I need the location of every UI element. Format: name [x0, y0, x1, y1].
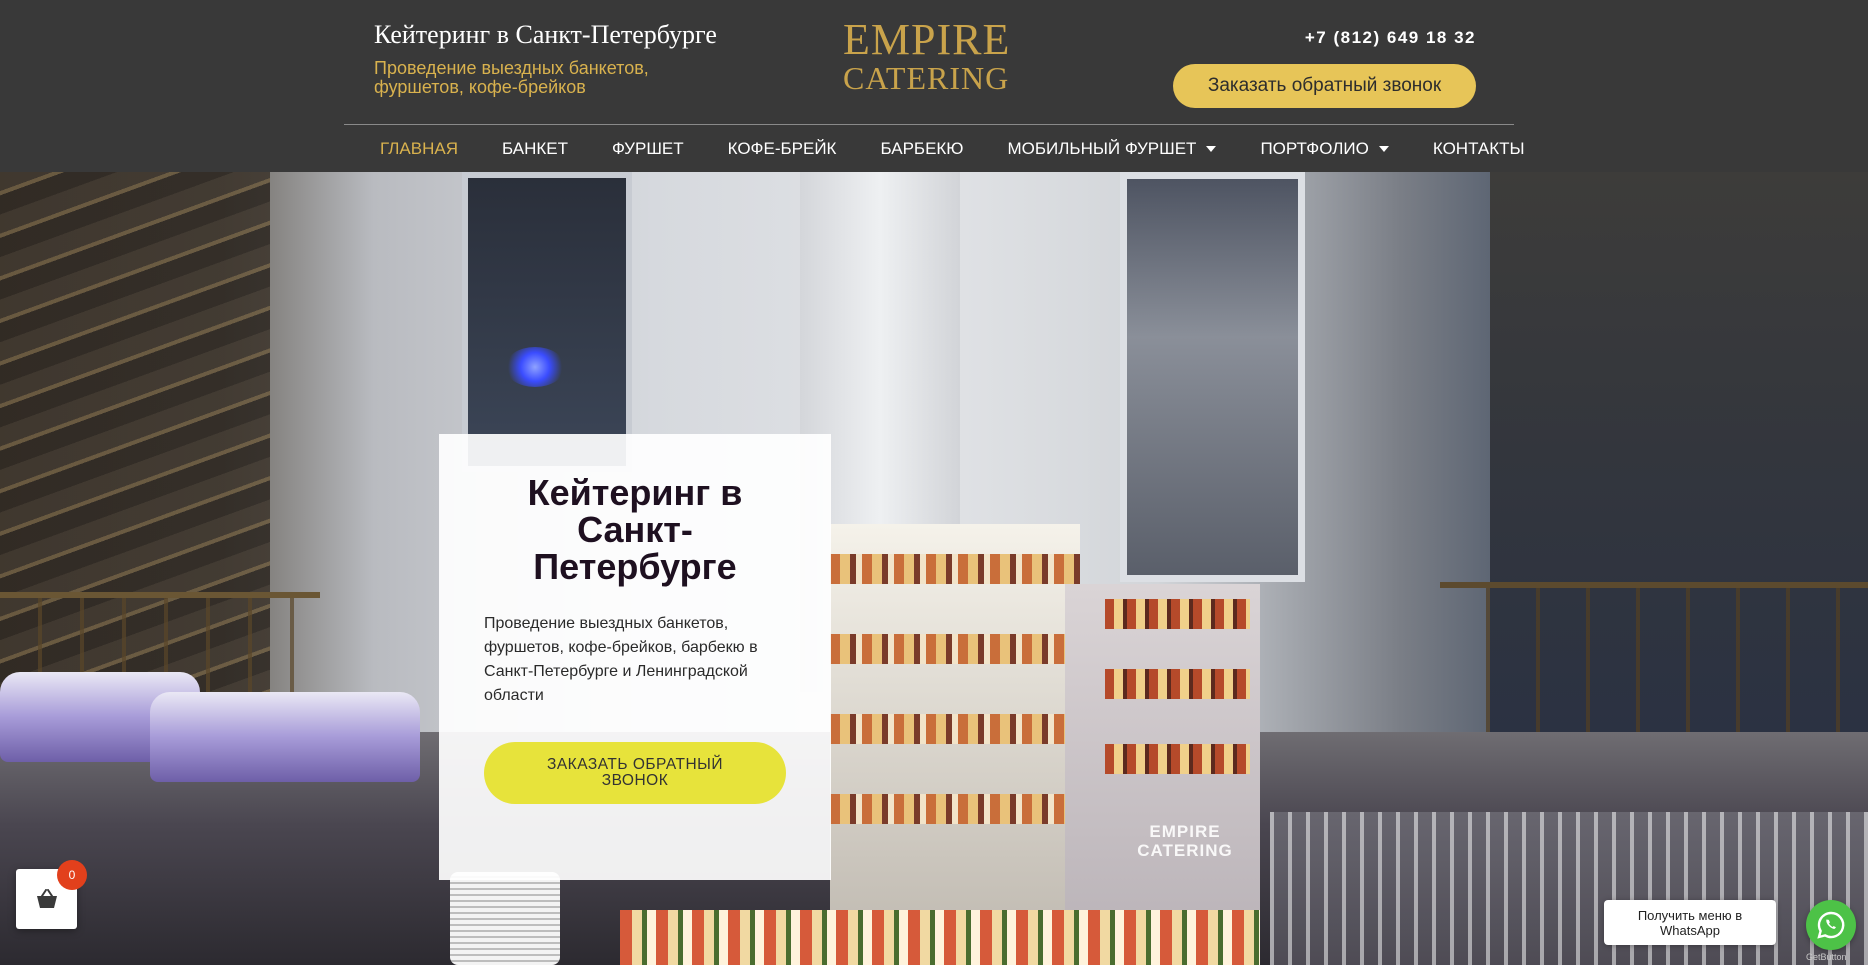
hero-photo-shelf [1105, 669, 1250, 699]
hero-photo-glasses [1270, 812, 1868, 965]
stand-logo-line-1: EMPIRE [1149, 822, 1221, 841]
hero-callback-button[interactable]: ЗАКАЗАТЬ ОБРАТНЫЙ ЗВОНОК [484, 742, 786, 804]
nav-item-label: Кофе-брейк [727, 139, 837, 158]
hero-photo-canape-display [830, 524, 1080, 964]
chevron-down-icon [1206, 146, 1217, 152]
stand-logo: EMPIRE CATERING [1110, 822, 1260, 860]
nav-item-home[interactable]: Главная [380, 139, 458, 159]
nav-item-mobile-buffet[interactable]: Мобильный фуршет [1008, 139, 1217, 159]
hero-description: Проведение выездных банкетов, фуршетов, … [484, 615, 758, 704]
site-title: Кейтеринг в Санкт-Петербурге [374, 20, 717, 49]
hero-photo-shelf [1105, 599, 1250, 629]
getbutton-label: GetButton [1806, 952, 1847, 962]
whatsapp-tooltip[interactable]: Получить меню в WhatsApp [1604, 900, 1776, 945]
nav-item-label: Главная [380, 139, 458, 158]
site-header: Кейтеринг в Санкт-Петербурге Проведение … [0, 0, 1868, 172]
site-subtitle: Проведение выездных банкетов, фуршетов, … [374, 58, 649, 97]
nav-item-coffee-break[interactable]: Кофе-брейк [728, 139, 837, 159]
hero-photo-chafing-dish [150, 692, 420, 782]
hero-photo-shelf [1105, 744, 1250, 774]
header-divider [344, 124, 1514, 125]
logo-line-2: CATERING [843, 60, 1010, 96]
logo[interactable]: EMPIRE CATERING [843, 15, 1011, 97]
hero-photo-shelf [830, 554, 1080, 584]
hero-card: Кейтеринг в Санкт-Петербурге Проведение … [439, 434, 831, 880]
hero-photo-shelf [830, 794, 1080, 824]
hero-photo-plates [450, 872, 560, 965]
hero-photo-shelf [830, 634, 1080, 664]
hero-banner: EMPIRE CATERING [0, 172, 1868, 965]
hero-photo-window [1120, 172, 1305, 582]
chevron-down-icon [1378, 146, 1389, 152]
hero-photo-shelf [830, 714, 1080, 744]
logo-line-1: EMPIRE [843, 15, 1011, 64]
hero-photo-canape-stand [1065, 584, 1260, 962]
hero-title: Кейтеринг в Санкт-Петербурге [527, 472, 743, 587]
nav-item-label: Фуршет [612, 139, 684, 158]
hero-photo-light [505, 347, 565, 387]
nav-item-buffet[interactable]: Фуршет [612, 139, 684, 159]
nav-item-contacts[interactable]: Контакты [1433, 139, 1525, 159]
nav-item-label: Мобильный фуршет [1007, 139, 1197, 158]
main-nav: Главная Банкет Фуршет Кофе-брейк Барбекю… [364, 126, 1525, 172]
nav-item-portfolio[interactable]: Портфолио [1260, 139, 1389, 159]
stand-logo-line-2: CATERING [1137, 841, 1233, 860]
cart-count-badge: 0 [57, 860, 87, 890]
phone-number[interactable]: +7 (812) 649 18 32 [1305, 28, 1476, 48]
basket-icon [36, 889, 57, 908]
whatsapp-button[interactable] [1806, 900, 1856, 950]
nav-item-label: Банкет [501, 139, 569, 158]
callback-button[interactable]: Заказать обратный звонок [1173, 64, 1476, 108]
nav-item-label: Контакты [1432, 139, 1525, 158]
hero-photo-canapes [620, 910, 1260, 965]
nav-item-banquet[interactable]: Банкет [502, 139, 568, 159]
nav-item-label: Портфолио [1260, 139, 1369, 158]
nav-item-label: Барбекю [880, 139, 964, 158]
whatsapp-icon [1817, 911, 1845, 939]
hero-photo-window [462, 172, 632, 472]
nav-item-barbecue[interactable]: Барбекю [880, 139, 963, 159]
